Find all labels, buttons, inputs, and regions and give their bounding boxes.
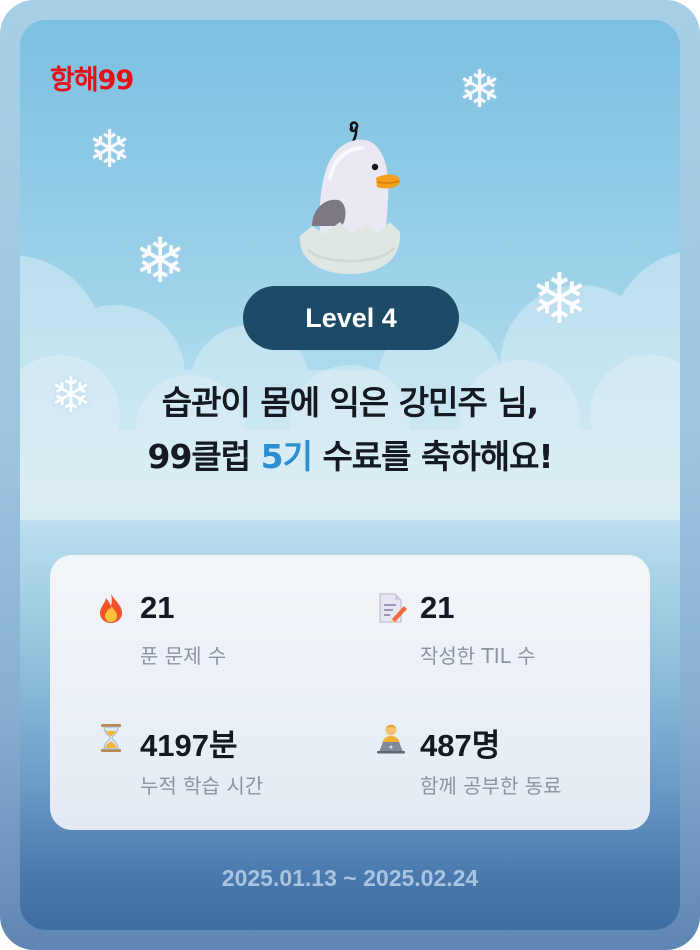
cohort-number: 5기: [260, 437, 313, 476]
stat-label: 푼 문제 수: [140, 644, 227, 668]
stat-value: 21: [140, 590, 175, 625]
headline-line-2: 99클럽 5기 수료를 축하해요!: [20, 430, 680, 484]
headline-line-1: 습관이 몸에 익은 강민주 님,: [161, 383, 539, 422]
stat-label: 누적 학습 시간: [140, 774, 264, 798]
snowflake-icon: ❄: [458, 60, 502, 120]
person-at-laptop-icon: [377, 724, 405, 754]
certificate-card: 항해99 ❄ ❄ ❄ ❄ ❄ Level 4 습관이 몸에 익은 강민주 님, …: [20, 20, 680, 930]
memo-pencil-icon: [379, 593, 407, 623]
snowflake-icon: ❄: [134, 224, 186, 297]
stat-value: 21: [420, 590, 455, 625]
certificate-frame: 항해99 ❄ ❄ ❄ ❄ ❄ Level 4 습관이 몸에 익은 강민주 님, …: [0, 0, 700, 950]
stat-value: 487명: [420, 728, 501, 763]
level-badge: Level 4: [243, 286, 459, 350]
stat-value: 4197분: [140, 728, 238, 763]
course-period: 2025.01.13 ~ 2025.02.24: [221, 865, 479, 891]
hourglass-icon: [101, 724, 121, 752]
snowflake-icon: ❄: [88, 120, 132, 180]
headline-suffix: 수료를 축하해요!: [311, 437, 553, 476]
stat-label: 함께 공부한 동료: [420, 774, 562, 798]
hanghae99-logo: 항해99: [50, 65, 134, 96]
stats-panel: 21 푼 문제 수 21 작성한 TIL 수 4197분 누적 학습 시간 48…: [50, 555, 650, 830]
congratulations-headline: 습관이 몸에 익은 강민주 님, 99클럽 5기 수료를 축하해요!: [20, 376, 680, 484]
duckling-in-eggshell-icon: [299, 121, 401, 274]
snowflake-icon: ❄: [530, 258, 589, 340]
headline-club-text: 99클럽: [147, 437, 261, 476]
stat-label: 작성한 TIL 수: [420, 644, 536, 668]
fire-icon: [100, 594, 122, 623]
